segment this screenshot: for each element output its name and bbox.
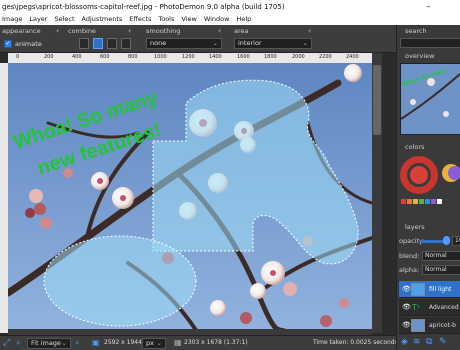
blend-label: blend: [399, 252, 420, 260]
animate-label: animate [15, 40, 42, 48]
chevron-left-icon[interactable]: ‹ [308, 26, 311, 35]
color-picker[interactable] [399, 153, 460, 221]
menu-image[interactable]: Image [2, 15, 22, 23]
chevron-down-icon: ⌄ [61, 339, 67, 347]
layers-label: layers [405, 223, 425, 231]
layer-name: Advanced [429, 304, 459, 311]
chevron-down-icon: ⌄ [302, 39, 308, 47]
search-label: search [405, 27, 427, 35]
menu-window[interactable]: Window [204, 15, 230, 23]
zoom-in-icon[interactable]: ⌕ [75, 336, 79, 350]
window-title: ges\jpegs\apricot-blossoms-capitol-reef.… [2, 3, 285, 11]
area-label: area [234, 27, 249, 35]
menu-tools[interactable]: Tools [158, 15, 174, 23]
vertical-ruler [0, 63, 8, 333]
ruler-tick: 1000 [154, 54, 167, 60]
layer-row-advanced[interactable]: 👁 Tꜜ Advanced [399, 299, 460, 316]
layer-settings-icon[interactable]: ✎ [439, 337, 447, 347]
color-wheel[interactable] [399, 153, 460, 221]
combine-label: combine [68, 27, 96, 35]
chevron-down-icon: ⌄ [212, 39, 218, 47]
fit-window-icon[interactable]: ⤢ [3, 336, 10, 350]
image-size: 2592 x 1944 [104, 339, 142, 346]
overview-label: overview [405, 52, 435, 60]
tool-options-bar: appearance ‹ ✓ animate combine ‹ smoothi… [0, 25, 396, 53]
chevron-left-icon[interactable]: ‹ [218, 26, 221, 35]
selection-size: 2303 x 1678 (1.37:1) [184, 339, 248, 346]
right-panel: search overview Whoa! So many colors lay… [396, 25, 460, 350]
eye-icon[interactable]: 👁 [402, 317, 411, 333]
opacity-input[interactable]: 10 [452, 236, 460, 246]
selection-size-icon: ▦ [174, 338, 182, 347]
ruler-tick: 2200 [319, 54, 332, 60]
combine-replace-button[interactable] [79, 38, 89, 49]
chevron-left-icon[interactable]: ‹ [128, 26, 131, 35]
opacity-slider[interactable] [421, 240, 445, 243]
zoom-icon[interactable]: ⌕ [16, 336, 20, 350]
opacity-slider-thumb[interactable] [443, 236, 450, 245]
ruler-tick: 1200 [182, 54, 195, 60]
vertical-scrollbar[interactable] [372, 53, 382, 333]
menu-view[interactable]: View [181, 15, 196, 23]
smoothing-label: smoothing [146, 27, 181, 35]
appearance-label: appearance [2, 27, 41, 35]
ruler-tick: 0 [16, 54, 20, 60]
photo-illustration: Whoa! So many new features! [8, 63, 372, 333]
menu-select[interactable]: Select [54, 15, 74, 23]
layer-name: apricot-b [429, 322, 456, 329]
area-dropdown[interactable]: interior ⌄ [234, 38, 312, 49]
ruler-tick: 1400 [209, 54, 222, 60]
scrollbar-thumb[interactable] [373, 65, 381, 135]
menu-adjustments[interactable]: Adjustments [82, 15, 123, 23]
image-canvas[interactable]: Whoa! So many new features! [8, 63, 372, 333]
menu-bar: Image Layer Select Adjustments Effects Tools V… [0, 14, 460, 25]
horizontal-ruler: 0 200 400 600 800 1000 1200 1400 1600 18… [8, 53, 372, 63]
ruler-tick: 400 [72, 54, 82, 60]
overview-image: Whoa! So many [400, 64, 460, 134]
zoom-dropdown[interactable]: Fit image ⌄ [27, 338, 71, 349]
ruler-tick: 600 [100, 54, 110, 60]
menu-help[interactable]: Help [236, 15, 251, 23]
ruler-tick: 2400 [346, 54, 359, 60]
layer-stack-icon[interactable]: ≋ [413, 337, 421, 347]
alpha-label: alpha: [399, 266, 420, 274]
minimize-button[interactable]: – [426, 0, 431, 14]
animate-checkbox[interactable]: ✓ [4, 40, 12, 48]
time-taken: Time taken: 0.0025 seconds [313, 339, 398, 346]
chevron-down-icon: ⌄ [156, 339, 162, 347]
blend-dropdown[interactable]: Normal [422, 251, 460, 261]
layer-name: fill light [429, 286, 452, 293]
combine-add-button[interactable] [93, 38, 103, 49]
combine-intersect-button[interactable] [121, 38, 131, 49]
eye-icon[interactable]: 👁 [402, 281, 411, 297]
alpha-dropdown[interactable]: Normal [422, 265, 460, 275]
add-layer-icon[interactable]: ◈ [401, 337, 408, 347]
image-size-icon: ▣ [92, 338, 100, 347]
status-bar: ⤢ ⌕ Fit image ⌄ ⌕ ▣ 2592 x 1944 px ⌄ ▦ 230… [0, 335, 398, 350]
layer-thumbnail [411, 283, 425, 296]
ruler-tick: 800 [128, 54, 138, 60]
duplicate-layer-icon[interactable]: ⧉ [426, 337, 432, 347]
title-bar: ges\jpegs\apricot-blossoms-capitol-reef.… [0, 0, 460, 14]
unit-dropdown[interactable]: px ⌄ [142, 338, 166, 349]
layer-thumbnail [411, 319, 425, 332]
smoothing-dropdown[interactable]: none ⌄ [146, 38, 222, 49]
ruler-tick: 1800 [264, 54, 277, 60]
search-input[interactable] [400, 38, 460, 48]
menu-effects[interactable]: Effects [129, 15, 151, 23]
colors-label: colors [405, 143, 425, 151]
ruler-tick: 1600 [237, 54, 250, 60]
ruler-tick: 2000 [292, 54, 305, 60]
eye-icon[interactable]: 👁 [402, 299, 411, 315]
text-layer-icon: Tꜜ [411, 301, 425, 314]
layer-row-apricot[interactable]: 👁 apricot-b [399, 317, 460, 334]
combine-subtract-button[interactable] [107, 38, 117, 49]
overview-thumbnail[interactable]: Whoa! So many [400, 63, 460, 135]
chevron-left-icon[interactable]: ‹ [56, 26, 59, 35]
menu-layer[interactable]: Layer [29, 15, 47, 23]
layer-row-fill-light[interactable]: 👁 fill light [399, 281, 460, 298]
ruler-tick: 200 [44, 54, 54, 60]
layer-toolbar: ◈ ≋ ⧉ ✎ [399, 336, 460, 350]
